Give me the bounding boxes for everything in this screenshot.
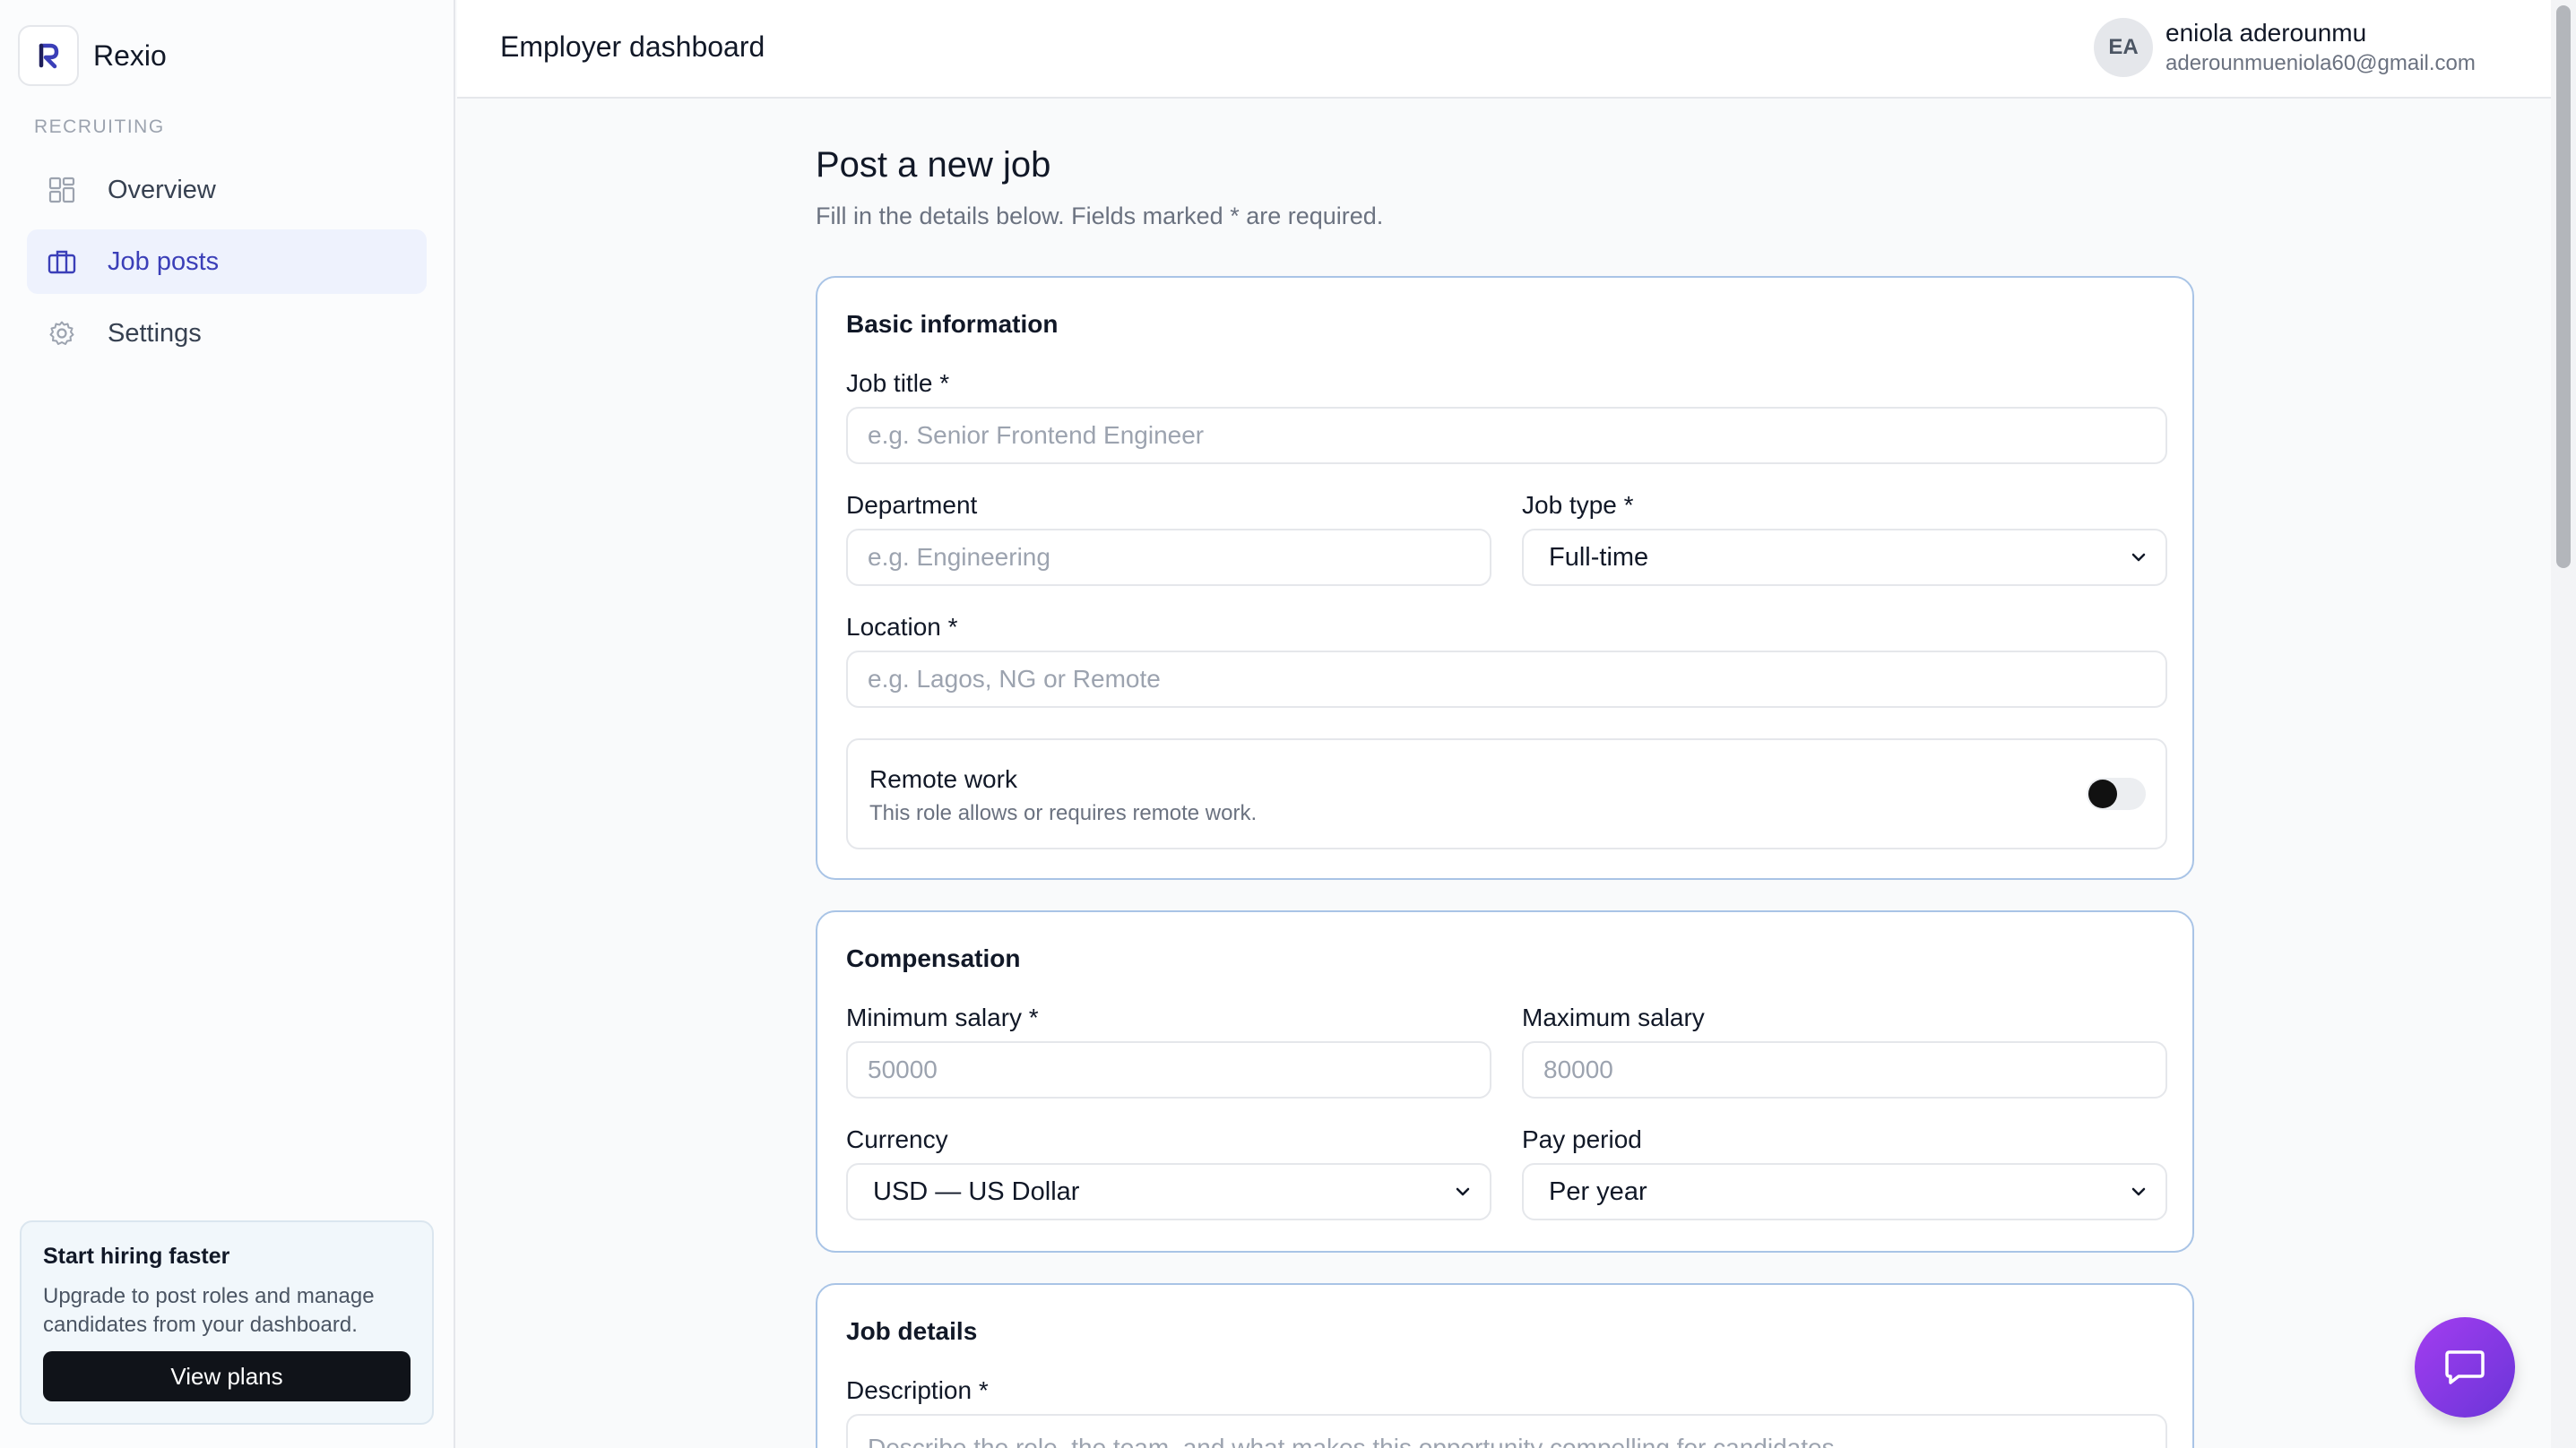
description-label: Description * bbox=[846, 1376, 989, 1404]
minimum-salary-label: Minimum salary * bbox=[846, 1004, 1039, 1031]
page-header-title: Employer dashboard bbox=[500, 30, 765, 63]
sidebar: Rexio RECRUITING Overview Job posts Sett… bbox=[0, 0, 455, 1448]
toggle-knob bbox=[2088, 780, 2117, 808]
user-menu[interactable]: EA eniola aderounmu aderounmueniola60@gm… bbox=[2094, 18, 2476, 77]
sidebar-nav: Overview Job posts Settings bbox=[27, 158, 427, 373]
department-input[interactable]: e.g. Engineering bbox=[846, 529, 1491, 586]
remote-work-description: This role allows or requires remote work… bbox=[869, 801, 1258, 825]
pay-period-select[interactable]: Per year bbox=[1522, 1163, 2167, 1220]
main-content: Post a new job Fill in the details below… bbox=[457, 100, 2551, 1448]
job-type-select[interactable]: Full-time bbox=[1522, 529, 2167, 586]
chat-bubble-icon bbox=[2445, 1350, 2485, 1384]
sidebar-item-overview[interactable]: Overview bbox=[27, 158, 427, 222]
promo-text: Upgrade to post roles and manage candida… bbox=[43, 1284, 375, 1337]
brand[interactable]: Rexio bbox=[18, 25, 167, 86]
maximum-salary-input[interactable]: 80000 bbox=[1522, 1041, 2167, 1099]
job-type-label: Job type * bbox=[1522, 491, 1634, 519]
job-type-value: Full-time bbox=[1549, 542, 1649, 572]
rexio-logo-icon bbox=[39, 43, 59, 69]
pay-period-value: Per year bbox=[1549, 1176, 1647, 1206]
card-title: Basic information bbox=[846, 310, 1059, 338]
brand-name: Rexio bbox=[93, 39, 167, 72]
chevron-down-icon bbox=[2131, 553, 2146, 562]
user-name: eniola aderounmu bbox=[2165, 19, 2367, 47]
gear-icon bbox=[47, 318, 77, 349]
card-title: Compensation bbox=[846, 944, 1021, 972]
section-label: RECRUITING bbox=[34, 116, 165, 137]
user-info: eniola aderounmu aderounmueniola60@gmail… bbox=[2165, 19, 2476, 76]
currency-label: Currency bbox=[846, 1125, 948, 1153]
location-input[interactable]: e.g. Lagos, NG or Remote bbox=[846, 651, 2167, 708]
chevron-down-icon bbox=[1456, 1187, 1470, 1196]
page-subtitle: Fill in the details below. Fields marked… bbox=[816, 203, 1384, 229]
location-label: Location * bbox=[846, 613, 958, 641]
currency-value: USD — US Dollar bbox=[873, 1176, 1080, 1206]
grid-icon bbox=[47, 175, 77, 205]
view-plans-button[interactable]: View plans bbox=[43, 1351, 411, 1401]
promo-title: Start hiring faster bbox=[43, 1244, 230, 1269]
maximum-salary-label: Maximum salary bbox=[1522, 1004, 1705, 1031]
minimum-salary-input[interactable]: 50000 bbox=[846, 1041, 1491, 1099]
avatar: EA bbox=[2094, 18, 2153, 77]
job-title-label: Job title * bbox=[846, 369, 950, 397]
sidebar-item-label: Settings bbox=[108, 318, 202, 348]
top-header: Employer dashboard EA eniola aderounmu a… bbox=[457, 0, 2551, 99]
remote-work-title: Remote work bbox=[869, 765, 1017, 793]
basic-information-card: Basic information Job title * e.g. Senio… bbox=[816, 276, 2194, 880]
page-title: Post a new job bbox=[816, 145, 1051, 185]
chevron-down-icon bbox=[2131, 1187, 2146, 1196]
card-title: Job details bbox=[846, 1317, 978, 1345]
sidebar-item-label: Overview bbox=[108, 175, 216, 204]
sidebar-item-label: Job posts bbox=[108, 246, 220, 276]
description-textarea[interactable]: Describe the role, the team, and what ma… bbox=[846, 1414, 2167, 1448]
currency-select[interactable]: USD — US Dollar bbox=[846, 1163, 1491, 1220]
user-email: aderounmueniola60@gmail.com bbox=[2165, 51, 2476, 75]
page-scrollbar[interactable] bbox=[2551, 0, 2576, 1448]
sidebar-item-job-posts[interactable]: Job posts bbox=[27, 229, 427, 294]
remote-work-option: Remote work This role allows or requires… bbox=[846, 738, 2167, 849]
compensation-card: Compensation Minimum salary * 50000 Maxi… bbox=[816, 910, 2194, 1253]
job-title-input[interactable]: e.g. Senior Frontend Engineer bbox=[846, 407, 2167, 464]
remote-work-toggle[interactable] bbox=[2087, 778, 2146, 810]
briefcase-icon bbox=[47, 246, 77, 277]
brand-logo bbox=[18, 25, 79, 86]
department-label: Department bbox=[846, 491, 978, 519]
chat-button[interactable] bbox=[2415, 1317, 2515, 1418]
sidebar-item-settings[interactable]: Settings bbox=[27, 301, 427, 366]
job-details-card: Job details Description * Describe the r… bbox=[816, 1283, 2194, 1448]
pay-period-label: Pay period bbox=[1522, 1125, 1642, 1153]
upgrade-promo: Start hiring faster Upgrade to post role… bbox=[20, 1220, 434, 1425]
scrollbar-thumb[interactable] bbox=[2556, 5, 2571, 568]
